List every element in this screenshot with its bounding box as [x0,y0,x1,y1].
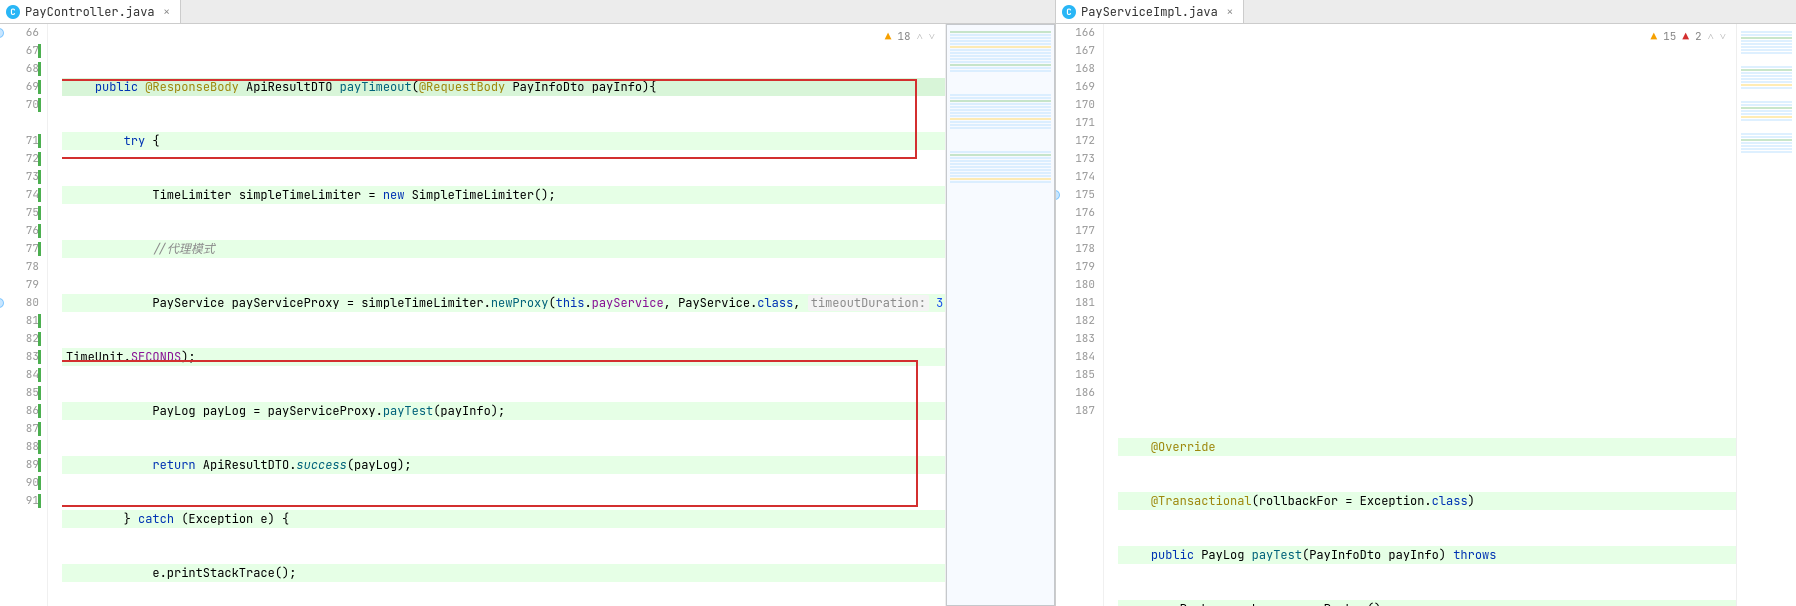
tab-bar-left: C PayController.java ✕ [0,0,1055,24]
line-gutter[interactable]: 6667686970717273747576777879808182838485… [0,24,48,606]
code-line: public @ResponseBody ApiResultDTO payTim… [62,78,945,96]
chevron-down-icon[interactable]: ˅ [929,30,935,44]
chevron-down-icon[interactable]: ˅ [1720,30,1726,44]
tab-label: PayController.java [25,4,155,20]
line-gutter[interactable]: 1661671681691701711721731741751761771781… [1056,24,1104,606]
close-icon[interactable]: ✕ [1227,5,1233,18]
warning-icon: ▲ [1651,30,1658,44]
editor-right[interactable]: 1661671681691701711721731741751761771781… [1056,24,1796,606]
minimap[interactable] [1736,24,1796,606]
minimap[interactable] [945,24,1055,606]
warning-icon: ▲ [885,30,892,44]
gutter-marks [48,24,62,606]
chevron-up-icon[interactable]: ˄ [917,30,923,44]
tab-payserviceimpl[interactable]: C PayServiceImpl.java ✕ [1056,0,1244,23]
tab-label: PayServiceImpl.java [1081,4,1218,20]
highlight-box-2 [62,360,918,507]
gutter-marks [1104,24,1118,606]
inspection-summary[interactable]: ▲ 18 ˄ ˅ [885,30,935,44]
editor-left[interactable]: 6667686970717273747576777879808182838485… [0,24,1055,606]
close-icon[interactable]: ✕ [164,5,170,18]
warning-count: 18 [897,30,910,44]
tab-paycontroller[interactable]: C PayController.java ✕ [0,0,181,23]
error-count: 2 [1695,30,1702,44]
left-editor-pane: C PayController.java ✕ 66676869707172737… [0,0,1056,606]
java-class-icon: C [1062,5,1076,19]
error-icon: ▲ [1682,30,1689,44]
code-area[interactable]: @Override @Transactional(rollbackFor = E… [1118,24,1736,606]
java-class-icon: C [6,5,20,19]
warning-count: 15 [1663,30,1676,44]
chevron-up-icon[interactable]: ˄ [1708,30,1714,44]
code-area[interactable]: public @ResponseBody ApiResultDTO payTim… [62,24,945,606]
inspection-summary[interactable]: ▲ 15 ▲ 2 ˄ ˅ [1651,30,1726,44]
tab-bar-right: C PayServiceImpl.java ✕ [1056,0,1796,24]
right-editor-pane: C PayServiceImpl.java ✕ 1661671681691701… [1056,0,1796,606]
